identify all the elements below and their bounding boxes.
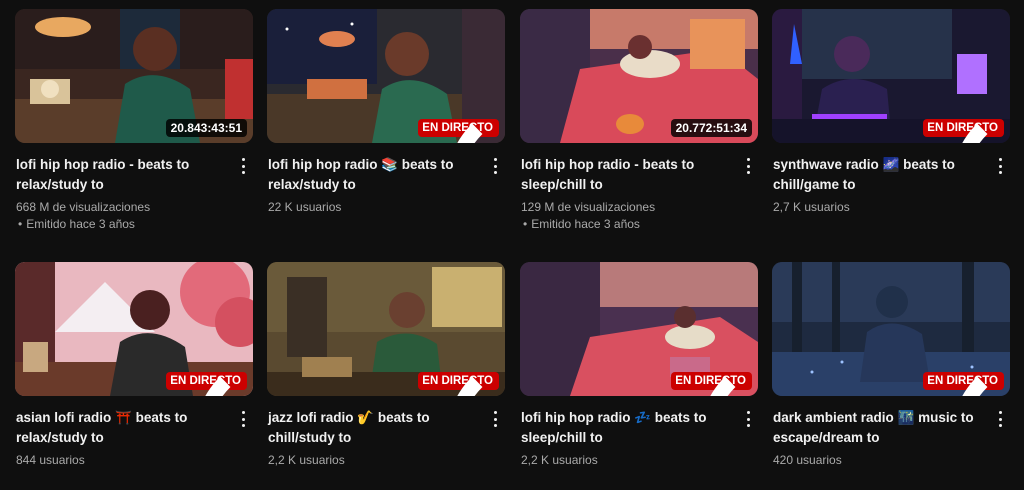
live-badge: EN DIRECTO (166, 372, 247, 396)
more-options-icon[interactable] (742, 410, 754, 428)
more-options-icon[interactable] (994, 410, 1006, 428)
live-broadcast-icon (962, 376, 988, 396)
viewer-count: 844 usuarios (16, 453, 85, 467)
video-card[interactable]: EN DIRECTO lofi hip hop radio 💤 beats to… (520, 262, 758, 490)
upload-date: • Emitido hace 3 años (523, 217, 640, 231)
upload-date-text: Emitido hace 3 años (531, 217, 640, 231)
video-card[interactable]: EN DIRECTO asian lofi radio ⛩️ beats to … (15, 262, 253, 490)
video-thumbnail[interactable]: 20.843:43:51 (15, 9, 253, 143)
live-broadcast-icon (457, 123, 483, 143)
video-card[interactable]: EN DIRECTO jazz lofi radio 🎷 beats to ch… (267, 262, 505, 490)
video-thumbnail[interactable]: EN DIRECTO (267, 262, 505, 396)
more-options-icon[interactable] (742, 157, 754, 175)
viewer-count: 2,2 K usuarios (268, 453, 345, 467)
video-card[interactable]: EN DIRECTO lofi hip hop radio 📚 beats to… (267, 9, 505, 237)
live-badge: EN DIRECTO (418, 119, 499, 143)
duration-badge: 20.772:51:34 (670, 119, 752, 137)
view-count: 129 M de visualizaciones (521, 200, 656, 214)
more-options-icon[interactable] (489, 410, 501, 428)
video-thumbnail[interactable]: EN DIRECTO (772, 9, 1010, 143)
upload-date: • Emitido hace 3 años (18, 217, 135, 231)
video-title[interactable]: asian lofi radio ⛩️ beats to relax/study… (16, 408, 230, 448)
video-grid: 20.843:43:51 lofi hip hop radio - beats … (15, 9, 1010, 469)
video-thumbnail[interactable]: 20.772:51:34 (520, 9, 758, 143)
video-thumbnail[interactable]: EN DIRECTO (267, 9, 505, 143)
video-card[interactable]: EN DIRECTO synthwave radio 🌌 beats to ch… (772, 9, 1010, 237)
video-title[interactable]: lofi hip hop radio 📚 beats to relax/stud… (268, 155, 482, 195)
live-broadcast-icon (962, 123, 988, 143)
more-options-icon[interactable] (994, 157, 1006, 175)
more-options-icon[interactable] (237, 410, 249, 428)
live-badge: EN DIRECTO (923, 119, 1004, 143)
more-options-icon[interactable] (237, 157, 249, 175)
video-title[interactable]: dark ambient radio 🌃 music to escape/dre… (773, 408, 987, 448)
live-broadcast-icon (710, 376, 736, 396)
video-thumbnail[interactable]: EN DIRECTO (15, 262, 253, 396)
video-card[interactable]: EN DIRECTO dark ambient radio 🌃 music to… (772, 262, 1010, 490)
live-broadcast-icon (205, 376, 231, 396)
video-thumbnail[interactable]: EN DIRECTO (772, 262, 1010, 396)
video-title[interactable]: synthwave radio 🌌 beats to chill/game to (773, 155, 987, 195)
viewer-count: 420 usuarios (773, 453, 842, 467)
more-options-icon[interactable] (489, 157, 501, 175)
viewer-count: 2,2 K usuarios (521, 453, 598, 467)
duration-badge: 20.843:43:51 (165, 119, 247, 137)
video-title[interactable]: lofi hip hop radio 💤 beats to sleep/chil… (521, 408, 735, 448)
upload-date-text: Emitido hace 3 años (26, 217, 135, 231)
video-title[interactable]: jazz lofi radio 🎷 beats to chill/study t… (268, 408, 482, 448)
video-card[interactable]: 20.772:51:34 lofi hip hop radio - beats … (520, 9, 758, 237)
viewer-count: 22 K usuarios (268, 200, 342, 214)
video-card[interactable]: 20.843:43:51 lofi hip hop radio - beats … (15, 9, 253, 237)
viewer-count: 2,7 K usuarios (773, 200, 850, 214)
live-badge: EN DIRECTO (671, 372, 752, 396)
video-title[interactable]: lofi hip hop radio - beats to sleep/chil… (521, 155, 735, 195)
live-badge: EN DIRECTO (418, 372, 499, 396)
video-thumbnail[interactable]: EN DIRECTO (520, 262, 758, 396)
live-badge: EN DIRECTO (923, 372, 1004, 396)
live-broadcast-icon (457, 376, 483, 396)
view-count: 668 M de visualizaciones (16, 200, 151, 214)
video-title[interactable]: lofi hip hop radio - beats to relax/stud… (16, 155, 230, 195)
